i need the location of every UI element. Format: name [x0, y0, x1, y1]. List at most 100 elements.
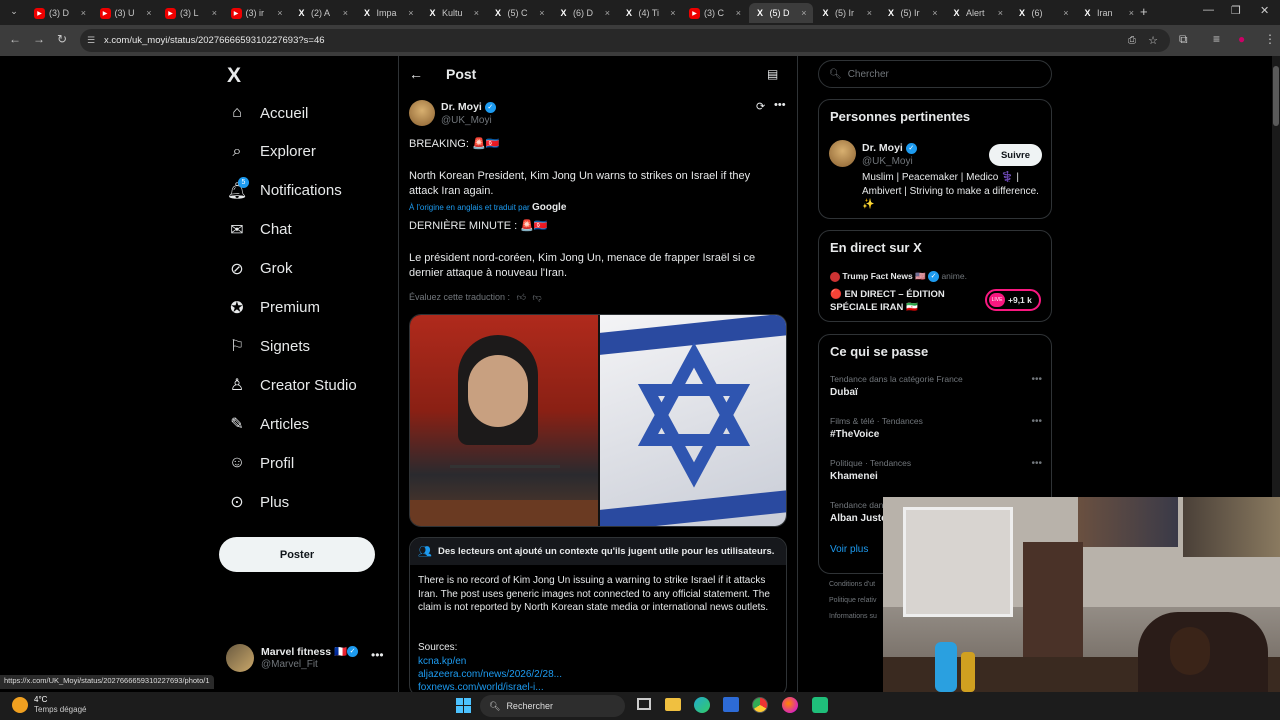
thumbs-up-icon[interactable]: 👍︎: [517, 292, 526, 302]
browser-tab[interactable]: X Alert ×: [945, 3, 1009, 23]
task-view-icon[interactable]: [637, 698, 651, 710]
reload-icon[interactable]: ↻: [57, 32, 67, 46]
browser-tab[interactable]: X Iran ×: [1076, 3, 1140, 23]
tab-close-icon[interactable]: ×: [670, 8, 681, 18]
store-icon[interactable]: [723, 697, 739, 712]
trend-item[interactable]: Tendance dans la catégorie France Dubaï ••…: [830, 374, 1042, 410]
profile-avatar-icon[interactable]: ●: [1238, 32, 1245, 46]
browser-tab[interactable]: X Kultu ×: [421, 3, 485, 23]
footer-link[interactable]: Informations su: [829, 613, 877, 620]
firefox-icon[interactable]: [782, 697, 798, 713]
tab-close-icon[interactable]: ×: [1063, 8, 1074, 18]
new-tab-icon[interactable]: +: [1140, 4, 1148, 19]
install-icon[interactable]: ⎙: [1128, 35, 1136, 46]
tab-close-icon[interactable]: ×: [998, 8, 1009, 18]
trend-item[interactable]: Films & télé · Tendances #TheVoice •••: [830, 416, 1042, 452]
tab-close-icon[interactable]: ×: [932, 8, 943, 18]
post-more-icon[interactable]: •••: [774, 99, 786, 111]
tab-search-icon[interactable]: ⌄: [7, 6, 21, 20]
tab-close-icon[interactable]: ×: [474, 8, 485, 18]
forward-icon[interactable]: →: [33, 32, 45, 46]
tab-close-icon[interactable]: ×: [605, 8, 616, 18]
maximize-icon[interactable]: ❐: [1231, 4, 1241, 17]
tab-close-icon[interactable]: ×: [408, 8, 419, 18]
sidebar-item-chat[interactable]: ✉ Chat: [228, 221, 291, 239]
edge-icon[interactable]: [694, 697, 710, 713]
note-source-link[interactable]: kcna.kp/en: [418, 656, 466, 667]
x-logo-icon[interactable]: X: [227, 64, 241, 88]
browser-tab[interactable]: X (6) D ×: [552, 3, 616, 23]
minimize-icon[interactable]: —: [1203, 4, 1214, 16]
close-window-icon[interactable]: ✕: [1260, 4, 1269, 17]
browser-tab[interactable]: ▶ (3) D ×: [28, 3, 92, 23]
browser-tab[interactable]: X Impa ×: [356, 3, 420, 23]
follow-button[interactable]: Suivre: [989, 144, 1042, 166]
extensions-icon[interactable]: ⧉: [1179, 32, 1188, 47]
search-box[interactable]: 🔍︎ Chercher: [818, 60, 1052, 88]
tab-close-icon[interactable]: ×: [146, 8, 157, 18]
browser-tab[interactable]: X (2) A ×: [290, 3, 354, 23]
browser-tab[interactable]: ▶ (3) U ×: [94, 3, 158, 23]
sidebar-item-accueil[interactable]: ⌂ Accueil: [228, 104, 308, 122]
browser-tab[interactable]: ▶ (3) L ×: [159, 3, 223, 23]
author-avatar[interactable]: [409, 100, 435, 126]
account-switcher[interactable]: Marvel fitness 🇫🇷 ✓ @Marvel_Fit •••: [226, 644, 386, 674]
author-handle[interactable]: @UK_Moyi: [441, 115, 492, 126]
scrollbar-thumb[interactable]: [1273, 66, 1279, 126]
site-info-icon[interactable]: ☰: [87, 35, 95, 46]
thumbs-down-icon[interactable]: 👎︎: [533, 292, 542, 302]
address-bar[interactable]: ☰ x.com/uk_moyi/status/20276666593102276…: [80, 29, 1170, 52]
browser-tab[interactable]: X (5) Ir ×: [814, 3, 878, 23]
trend-more-icon[interactable]: •••: [1031, 374, 1042, 385]
browser-tab[interactable]: ▶ (3) ir ×: [225, 3, 289, 23]
account-more-icon[interactable]: •••: [371, 648, 384, 662]
weather-icon[interactable]: [12, 697, 28, 713]
back-arrow-icon[interactable]: ←: [409, 66, 423, 82]
browser-tab[interactable]: X (5) Ir ×: [880, 3, 944, 23]
trend-more-icon[interactable]: •••: [1031, 458, 1042, 469]
start-icon[interactable]: [456, 698, 471, 713]
bookmark-star-icon[interactable]: ☆: [1148, 34, 1158, 47]
chrome-icon[interactable]: [752, 697, 768, 713]
reader-view-icon[interactable]: ▤: [767, 67, 778, 81]
show-more-link[interactable]: Voir plus: [830, 544, 868, 555]
sidebar-item-plus[interactable]: ⊙ Plus: [228, 493, 289, 512]
sidebar-item-explorer[interactable]: ⌕ Explorer: [228, 143, 316, 161]
tab-close-icon[interactable]: ×: [212, 8, 223, 18]
sidebar-item-creator-studio[interactable]: ♙ Creator Studio: [228, 376, 357, 395]
browser-tab[interactable]: X (5) C ×: [487, 3, 551, 23]
note-source-link[interactable]: aljazeera.com/news/2026/2/28...: [418, 669, 562, 680]
browser-tab[interactable]: X (4) Ti ×: [618, 3, 682, 23]
tab-close-icon[interactable]: ×: [867, 8, 878, 18]
taskbar-search[interactable]: 🔍︎ Rechercher: [480, 695, 625, 717]
author-name[interactable]: Dr. Moyi ✓: [441, 101, 496, 113]
post-button[interactable]: Poster: [219, 537, 375, 572]
tab-close-icon[interactable]: ×: [539, 8, 550, 18]
tab-close-icon[interactable]: ×: [736, 8, 747, 18]
footer-link[interactable]: Conditions d'ut: [829, 581, 875, 588]
translation-attribution[interactable]: À l'origine en anglais et traduit par Go…: [409, 202, 566, 213]
browser-tab[interactable]: X (6) ×: [1011, 3, 1075, 23]
tab-close-icon[interactable]: ×: [81, 8, 92, 18]
sidebar-item-grok[interactable]: ⊘ Grok: [228, 260, 292, 278]
sidebar-item-signets[interactable]: ⚐ Signets: [228, 337, 310, 356]
live-host[interactable]: Trump Fact News 🇺🇸 ✓ anime.: [830, 271, 967, 283]
reading-list-icon[interactable]: ≡: [1213, 32, 1220, 46]
sidebar-item-notifications[interactable]: 🔔︎ 5 Notifications: [227, 176, 342, 200]
relevant-name[interactable]: Dr. Moyi ✓: [862, 142, 917, 154]
grok-icon[interactable]: ⟳: [756, 100, 765, 113]
app-icon[interactable]: [812, 697, 828, 713]
tab-close-icon[interactable]: ×: [1129, 8, 1140, 18]
sidebar-item-profil[interactable]: ☺ Profil: [228, 454, 294, 472]
live-space-title[interactable]: 🔴 EN DIRECT – ÉDITION SPÉCIALE IRAN 🇮🇷: [830, 288, 980, 314]
footer-link[interactable]: Politique relativ: [829, 597, 876, 604]
trend-item[interactable]: Politique · Tendances Khamenei •••: [830, 458, 1042, 494]
trend-more-icon[interactable]: •••: [1031, 416, 1042, 427]
note-header[interactable]: 👥︎ Des lecteurs ont ajouté un contexte q…: [410, 538, 786, 565]
relevant-avatar[interactable]: [829, 140, 856, 167]
file-explorer-icon[interactable]: [665, 698, 681, 711]
listeners-pill[interactable]: LIVE +9,1 k: [985, 289, 1041, 311]
browser-menu-icon[interactable]: ⋮: [1264, 32, 1276, 46]
sidebar-item-premium[interactable]: ✪ Premium: [228, 299, 320, 317]
post-image[interactable]: [409, 314, 787, 527]
